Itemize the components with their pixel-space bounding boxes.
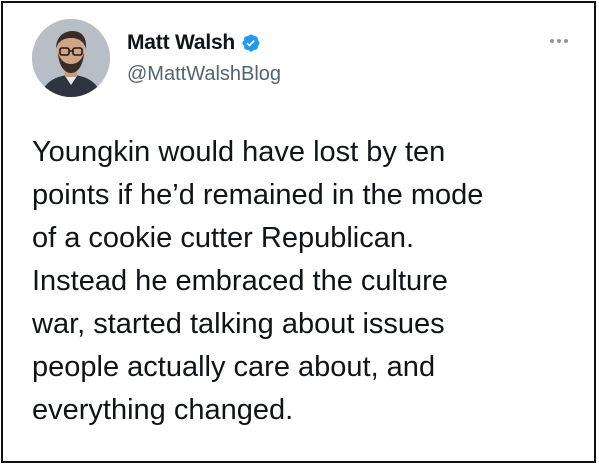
avatar[interactable]: [32, 19, 110, 97]
more-dot-icon: [550, 39, 554, 43]
tweet-text: Youngkin would have lost by ten points i…: [32, 136, 484, 426]
author-name[interactable]: Matt Walsh: [127, 31, 235, 55]
tweet-card: Matt Walsh @MattWalshBlog Youngkin would…: [1, 1, 596, 463]
author-handle[interactable]: @MattWalshBlog: [127, 63, 281, 86]
verified-badge-icon: [241, 33, 261, 53]
profile-photo-icon: [32, 19, 110, 97]
more-dot-icon: [557, 39, 561, 43]
author-name-row[interactable]: Matt Walsh: [127, 31, 261, 55]
more-options-icon[interactable]: [544, 31, 574, 51]
more-dot-icon: [564, 39, 568, 43]
